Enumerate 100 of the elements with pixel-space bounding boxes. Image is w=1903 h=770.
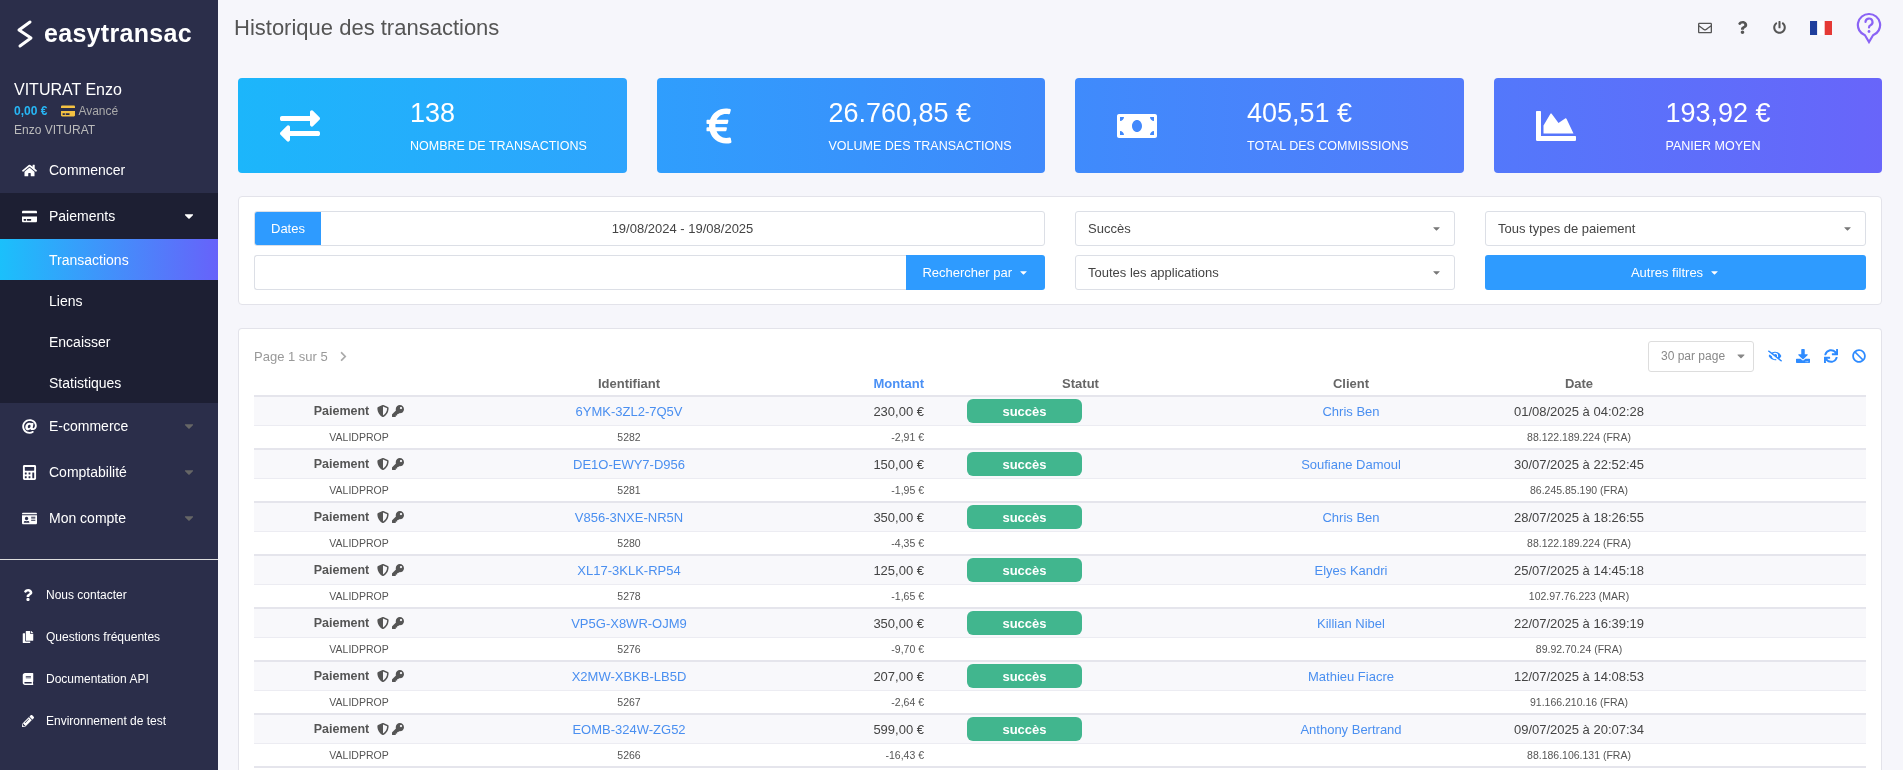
nav-item[interactable]: Comptabilité [0,449,218,495]
brand-name: easytransac [44,19,192,48]
key-icon [392,723,405,735]
nav-subitem[interactable]: Statistiques [0,362,218,403]
transaction-link[interactable]: V856-3NXE-NR5N [464,509,794,525]
table-cell-text: 86.245.85.190 (FRA) [1528,484,1630,496]
table-cell-text: 5276 [616,643,642,655]
nav-item[interactable]: Paiements [0,193,218,239]
footer-link[interactable]: Documentation API [0,658,218,700]
column-header[interactable]: Identifiant [464,375,794,391]
copy-icon [22,631,34,643]
table-cell: Paiement [313,722,370,736]
transaction-link[interactable]: 6YMK-3ZL2-7Q5V [464,403,794,419]
table-cell-text: 88.186.106.131 (FRA) [1526,749,1632,761]
footer-link[interactable]: Environnement de test [0,700,218,742]
plan-label: Avancé [78,104,119,118]
shield-icon [377,458,390,470]
card-icon [61,104,76,118]
status-badge: succès [967,452,1082,476]
refresh-icon[interactable] [1824,349,1838,363]
shield-icon [377,511,390,523]
help-icon[interactable] [1736,21,1749,34]
client-link[interactable]: Soufiane Damoul [1237,456,1465,472]
status-badge: succès [967,664,1082,688]
table-cell-text: -1,95 € [890,484,924,496]
table-cell-text: VALIDPROP [328,749,390,761]
shield-icon [377,670,390,682]
question-icon [22,589,34,601]
column-header[interactable]: Date [1465,375,1693,391]
footer-link[interactable]: Nous contacter [0,574,218,616]
nav-item[interactable]: Commencer [0,147,218,193]
nav-item[interactable]: Mon compte [0,495,218,541]
table-cell-text: 88.122.189.224 (FRA) [1526,537,1632,549]
column-header[interactable]: Client [1237,375,1465,391]
client-link[interactable]: Elyes Kandri [1237,562,1465,578]
client-link[interactable]: Chris Ben [1237,509,1465,525]
search-by-button[interactable]: Rechercher par [906,255,1045,290]
search-field[interactable] [254,255,907,290]
apps-select[interactable]: Toutes les applications [1075,255,1455,290]
table-cell-text: 125,00 € [872,562,924,578]
flag-icon[interactable] [1810,20,1832,35]
key-icon [392,670,405,682]
table-cell-text: 5267 [616,696,642,708]
table-cell-text: 22/07/2025 à 16:39:19 [1512,615,1646,631]
table-cell-text: 350,00 € [872,615,924,631]
status-badge: succès [967,717,1082,741]
at-icon [22,418,37,434]
transaction-link[interactable]: X2MW-XBKB-LB5D [464,668,794,684]
table-cell-text: VALIDPROP [328,643,390,655]
transaction-link[interactable]: XL17-3KLK-RP54 [464,562,794,578]
transaction-link[interactable]: DE1O-EWY7-D956 [464,456,794,472]
table-cell: Paiement [313,457,370,471]
page-title: Historique des transactions [234,14,500,41]
nav-subitem[interactable]: Encaisser [0,321,218,362]
table-cell-text: 91.166.210.16 (FRA) [1528,696,1630,708]
transaction-link[interactable]: VP5G-X8WR-OJM9 [464,615,794,631]
table-cell-text: 230,00 € [872,403,924,419]
hide-icon[interactable] [1768,349,1782,363]
table-cell-text: -2,91 € [890,431,924,443]
user-login: Enzo VITURAT [14,123,97,137]
table-cell-text: 5282 [616,431,642,443]
table-cell: Paiement [313,404,370,418]
more-filters-button[interactable]: Autres filtres [1485,255,1866,290]
status-badge: succès [967,505,1082,529]
status-badge: succès [967,558,1082,582]
ban-icon[interactable] [1852,349,1866,363]
help-bubble-icon[interactable] [1856,11,1882,44]
client-link[interactable]: Mathieu Fiacre [1237,668,1465,684]
stat-value: 26.760,85 € [828,98,973,129]
nav-subitem[interactable]: Liens [0,280,218,321]
status-select[interactable]: Succès [1075,211,1455,246]
download-icon[interactable] [1796,349,1810,363]
payment-type-select[interactable]: Tous types de paiement [1485,211,1866,246]
table-cell-text: VALIDPROP [328,696,390,708]
shield-icon [377,617,390,629]
power-icon[interactable] [1773,21,1786,34]
stat-label: TOTAL DES COMMISSIONS [1247,139,1409,153]
client-link[interactable]: Chris Ben [1237,403,1465,419]
column-header[interactable]: Statut [924,375,1237,391]
per-page-select[interactable]: 30 par page [1648,340,1754,372]
date-range-field[interactable]: Dates 19/08/2024 - 19/08/2025 [254,211,1045,246]
stat-label: PANIER MOYEN [1665,139,1762,153]
client-link[interactable]: Killian Nibel [1237,615,1465,631]
table-cell-text: VALIDPROP [328,484,390,496]
table-cell-text: 150,00 € [872,456,924,472]
table-cell-text: 09/07/2025 à 20:07:34 [1512,721,1646,737]
mail-icon[interactable] [1698,20,1712,35]
transaction-link[interactable]: EOMB-324W-ZG52 [464,721,794,737]
home-icon [22,162,37,178]
table-cell-text: -2,64 € [890,696,924,708]
footer-link[interactable]: Questions fréquentes [0,616,218,658]
balance: 0,00 € [14,104,48,118]
nav-subitem[interactable]: Transactions [0,239,218,280]
pagination-label: Page 1 sur 5 [254,348,328,364]
stat-value: 138 [410,98,457,129]
client-link[interactable]: Anthony Bertrand [1237,721,1465,737]
nav-item[interactable]: E-commerce [0,403,218,449]
table-cell-text: 350,00 € [872,509,924,525]
table-cell-text: 5278 [616,590,642,602]
column-header[interactable]: Montant [794,375,924,391]
